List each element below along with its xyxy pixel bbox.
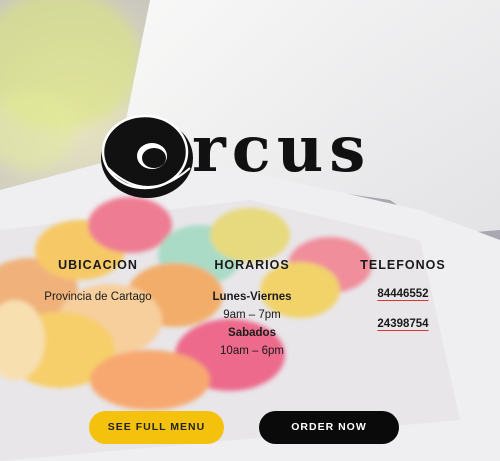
saturday-label: Sabados [228,327,276,339]
see-full-menu-button[interactable]: SEE FULL MENU [89,411,224,444]
telefonos-heading: TELEFONOS [360,258,446,272]
address-text: Provincia de Cartago [44,291,152,303]
ubicacion-column: UBICACION Provincia de Cartago [42,258,154,306]
horarios-heading: HORARIOS [214,258,290,272]
macaron-box-background [0,0,500,461]
brand-name: rcus [192,112,372,187]
weekday-label: Lunes-Viernes [212,291,292,303]
telefonos-column: TELEFONOS 84446552 24398754 [352,258,454,348]
horarios-column: HORARIOS Lunes-Viernes 9am – 7pm Sabados… [198,258,306,360]
order-now-button[interactable]: ORDER NOW [259,411,399,444]
ubicacion-heading: UBICACION [58,258,138,272]
hero-section: rcus UBICACION Provincia de Cartago HORA… [0,0,500,461]
weekday-hours: 9am – 7pm [223,309,281,321]
saturday-hours: 10am – 6pm [220,345,284,357]
phone-link[interactable]: 24398754 [352,318,454,330]
phone-link[interactable]: 84446552 [352,288,454,300]
